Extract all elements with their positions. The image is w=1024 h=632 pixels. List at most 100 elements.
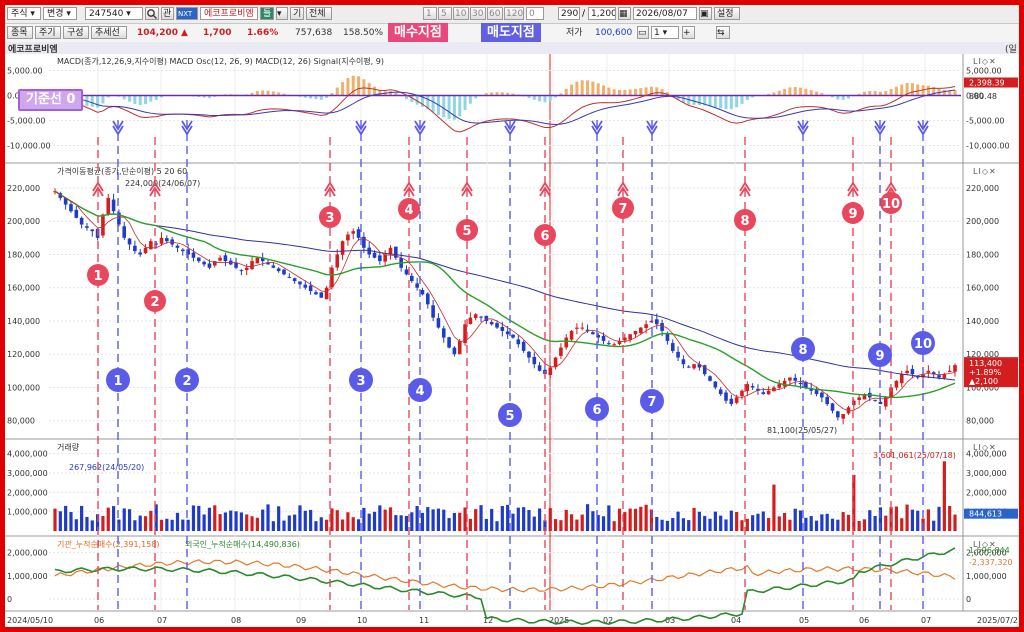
volume-bar: [782, 512, 787, 531]
price-y-tick-left: 180,000: [7, 250, 40, 259]
volume-bar: [479, 505, 483, 531]
volume-bar: [937, 506, 941, 531]
market-select[interactable]: 주식 ▾: [7, 7, 41, 20]
x-axis-end: 2025/07/21: [977, 616, 1019, 625]
count-input[interactable]: 0: [526, 7, 544, 20]
stock-name[interactable]: 에코프로비엠: [200, 7, 258, 20]
volume-bar: [628, 508, 632, 531]
candle-body: [591, 332, 595, 335]
volume-bar: [953, 514, 957, 531]
volume-bar: [798, 510, 803, 531]
tab-stock[interactable]: 종목: [7, 26, 33, 39]
macd-osc-bar: [910, 83, 914, 96]
volume-bar: [399, 515, 403, 531]
macd-y-tick-left: -5,000.00: [7, 117, 46, 126]
candle-body: [537, 365, 542, 371]
price-y-tick: 220,000: [966, 184, 999, 193]
volume-bar: [910, 509, 914, 531]
chevron-down-icon[interactable]: ▾: [276, 7, 288, 20]
volume-bar: [378, 505, 382, 531]
candle-body: [335, 254, 340, 268]
x-tick-label: 07: [921, 616, 931, 625]
volume-bar: [841, 512, 845, 531]
interval-1[interactable]: 1: [423, 7, 437, 20]
volume-bar: [234, 511, 238, 531]
date-input[interactable]: 2026/08/07: [633, 7, 697, 20]
macd-osc-bar: [735, 95, 739, 108]
interval-30[interactable]: 30: [470, 7, 486, 20]
volume-bar: [138, 515, 142, 531]
sell-point-label: 4: [415, 384, 424, 399]
save-icon[interactable]: ▣: [699, 7, 712, 20]
candle-body: [314, 292, 318, 295]
candle-body: [820, 392, 824, 398]
tab-composition[interactable]: 구성: [63, 26, 89, 39]
refresh-icon[interactable]: ⇆: [716, 26, 730, 39]
candle-body: [346, 234, 350, 241]
candle-body: [548, 367, 553, 375]
macd-osc-bar: [617, 89, 621, 96]
code-input[interactable]: 247540 ▾: [85, 7, 143, 20]
candle-body: [740, 390, 744, 397]
volume-bar: [713, 511, 717, 531]
interval-60[interactable]: 60: [487, 7, 503, 20]
volume-bar: [90, 520, 94, 531]
x-tick-label: 04: [731, 616, 741, 625]
volume-bar: [367, 513, 371, 531]
candle-body: [191, 252, 196, 258]
candle-body: [532, 356, 537, 365]
candle-body: [559, 347, 563, 356]
x-tick-label: 10: [357, 616, 367, 625]
volume-bar: [942, 461, 946, 531]
scale-input[interactable]: 1,200: [588, 7, 616, 20]
macd-osc-bar: [788, 87, 792, 96]
sell-point-label: 7: [647, 395, 656, 410]
chart-window: 주식 ▾ 변경 ▾ 247540 ▾ 관 NXT 에코프로비엠 틀 ▾ 기 전체…: [5, 5, 1019, 627]
add-icon[interactable]: +: [682, 26, 695, 39]
interval-5[interactable]: 5: [438, 7, 452, 20]
period-button[interactable]: 기: [290, 7, 304, 20]
volume-bar: [639, 506, 643, 531]
macd-osc-bar: [341, 82, 345, 96]
volume-bar: [426, 507, 430, 531]
macd-osc-bar: [809, 90, 813, 96]
volume-bar: [655, 516, 659, 531]
panel-icon[interactable]: ▭: [637, 26, 649, 39]
candle-body: [298, 281, 302, 285]
candle-body: [899, 374, 904, 384]
candle-body: [250, 261, 254, 270]
candle-body: [181, 249, 185, 252]
volume-y-tick: 3,000,000: [966, 469, 1007, 478]
macd-osc-bar: [575, 81, 579, 96]
tab-period[interactable]: 주기: [35, 26, 61, 39]
volume-bar: [468, 518, 472, 531]
relation-button[interactable]: 관: [161, 7, 174, 20]
interval-120[interactable]: 120: [504, 7, 524, 20]
volume-bar: [250, 516, 254, 531]
search-icon[interactable]: [145, 7, 159, 20]
all-button[interactable]: 전체: [306, 7, 332, 20]
tag-badge[interactable]: 틀: [260, 7, 274, 20]
volume-bar: [58, 511, 62, 531]
candle-body: [143, 247, 148, 254]
mode-select[interactable]: 변경 ▾: [43, 7, 77, 20]
candle-body: [937, 375, 941, 378]
last-price-change: ▲2,100: [969, 377, 998, 386]
calendar-icon[interactable]: ▦: [618, 7, 631, 20]
bars-input[interactable]: 290: [558, 7, 580, 20]
candle-body: [830, 403, 835, 411]
sell-point-label: 8: [798, 343, 807, 358]
tab-trendline[interactable]: 추세선: [91, 26, 127, 39]
volume-bar: [143, 516, 148, 531]
price-y-tick-left: 160,000: [7, 284, 40, 293]
volume-y-tick-left: 3,000,000: [7, 469, 48, 478]
page-select[interactable]: 1 ▾: [651, 26, 679, 39]
volume-bar: [793, 508, 797, 531]
interval-10[interactable]: 10: [453, 7, 469, 20]
settings-button[interactable]: 설정: [714, 7, 740, 20]
flow-y-tick-left: 0: [7, 595, 12, 604]
volume-bar: [809, 516, 813, 531]
macd-signal-value: 880.48: [969, 92, 997, 101]
volume-bar: [527, 510, 531, 531]
macd-osc-bar: [799, 87, 803, 96]
